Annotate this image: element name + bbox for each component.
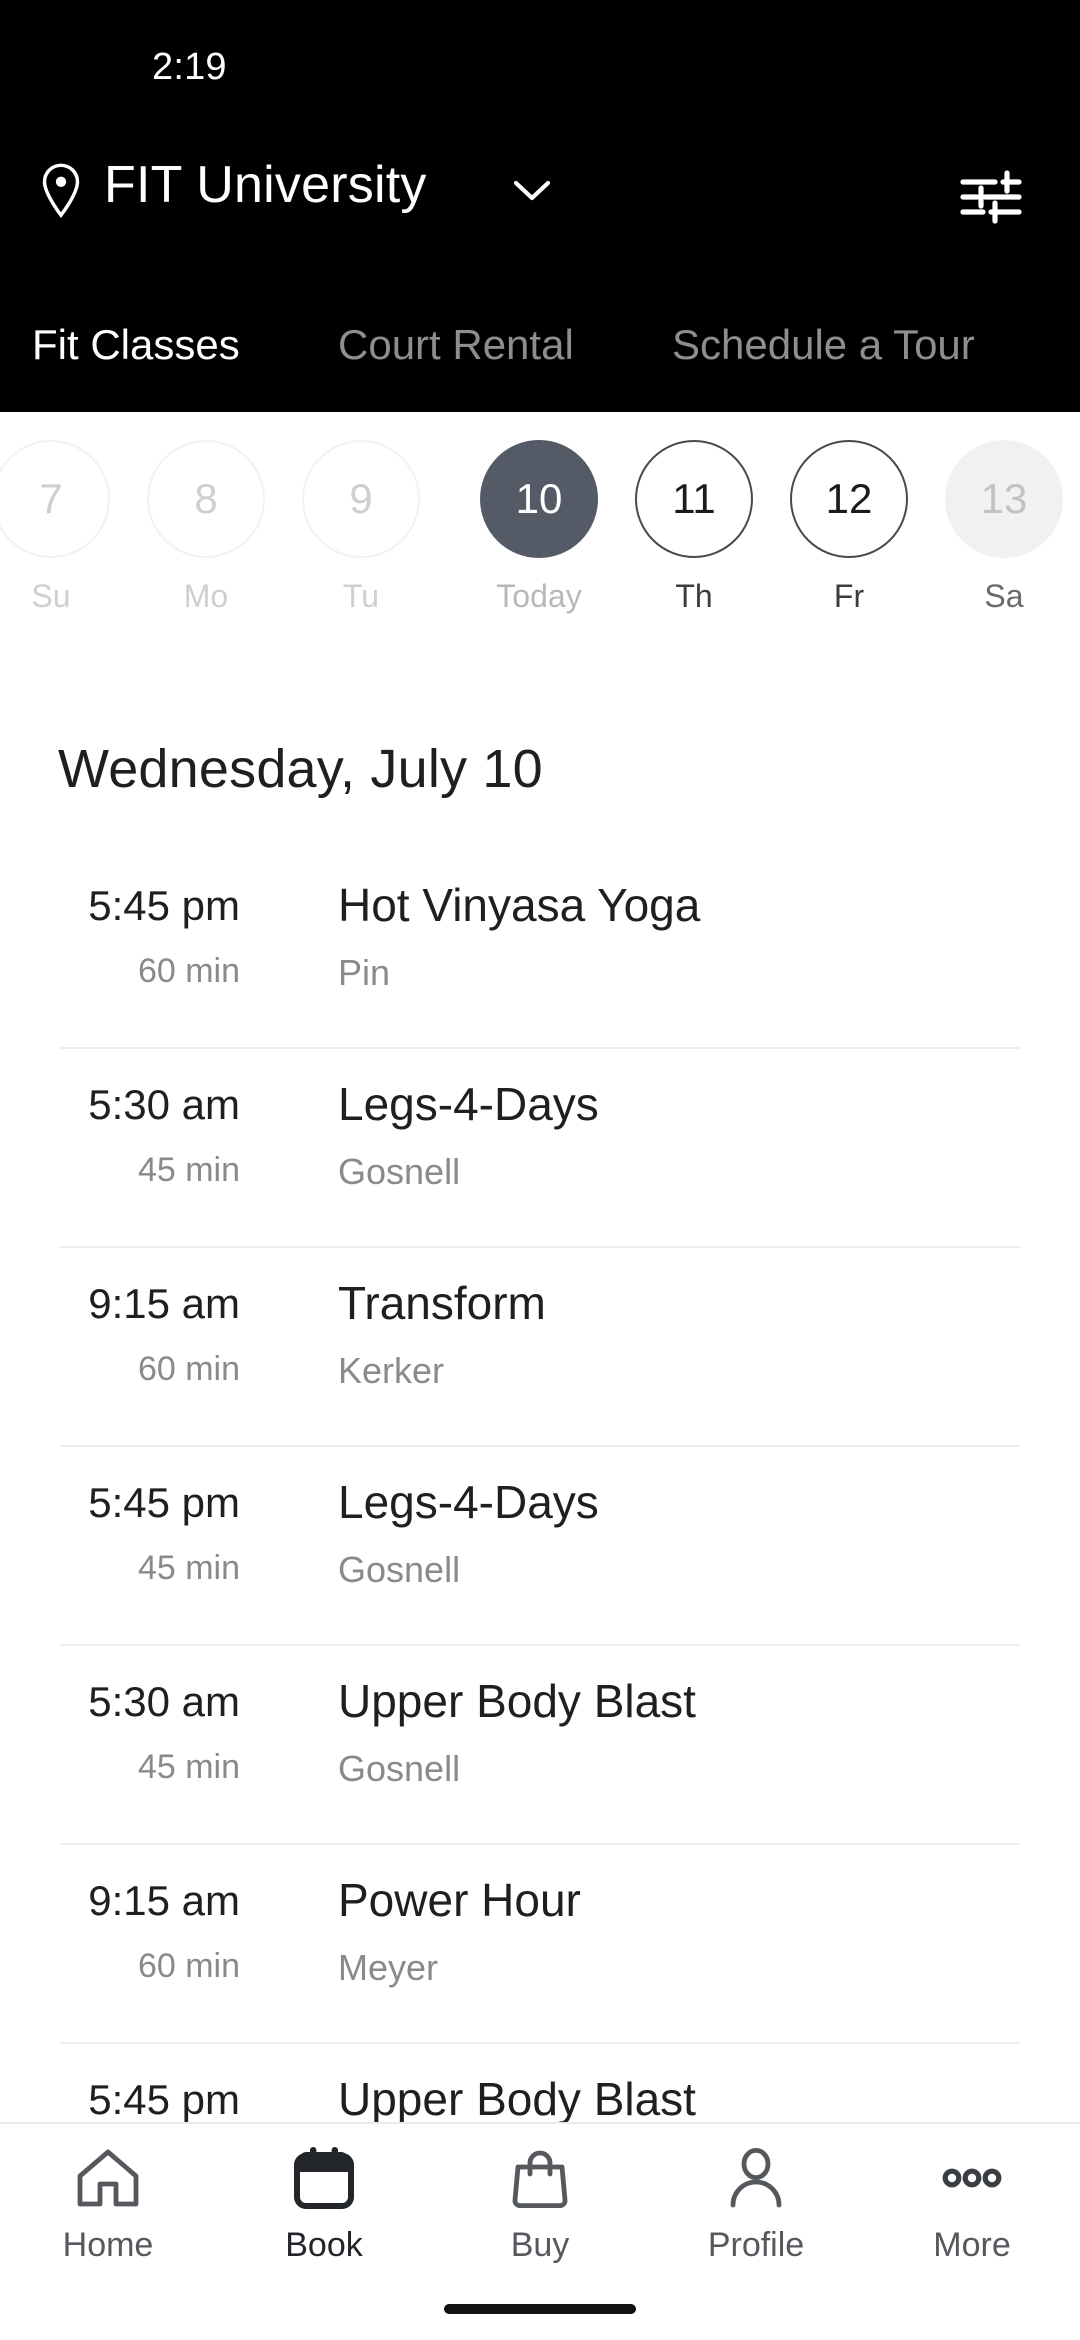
nav-item-home[interactable]: Home xyxy=(0,2142,216,2292)
class-time: 5:45 pm xyxy=(88,2076,240,2122)
location-selector[interactable]: FIT University xyxy=(0,140,1080,250)
class-title: Transform xyxy=(338,1277,546,1329)
class-duration: 45 min xyxy=(137,1151,240,1189)
date-number: 10 xyxy=(480,440,598,558)
class-list-item[interactable]: 5:45 pm 60 min Hot Vinyasa Yoga Pin xyxy=(0,850,1080,1049)
date-cell-13[interactable]: 13 Sa xyxy=(927,440,1080,650)
date-number: 11 xyxy=(635,440,753,558)
location-name: FIT University xyxy=(104,156,427,214)
app-screen: 2:19 FIT University Fit Classes Court Re… xyxy=(0,0,1080,2340)
nav-item-buy[interactable]: Buy xyxy=(432,2142,648,2292)
nav-label-home: Home xyxy=(62,2226,154,2264)
date-number: 12 xyxy=(790,440,908,558)
class-title: Power Hour xyxy=(338,1874,581,1926)
class-title: Legs-4-Days xyxy=(338,1078,599,1130)
header-region: 2:19 FIT University Fit Classes Court Re… xyxy=(0,0,1080,412)
class-title: Upper Body Blast xyxy=(338,1675,696,1727)
nav-label-more: More xyxy=(933,2226,1011,2264)
date-weekday: Su xyxy=(31,578,71,614)
nav-item-profile[interactable]: Profile xyxy=(648,2142,864,2292)
class-time: 5:30 am xyxy=(88,1678,240,1725)
date-cell-11[interactable]: 11 Th xyxy=(617,440,771,650)
class-time: 5:30 am xyxy=(88,1081,240,1128)
date-cell-12[interactable]: 12 Fr xyxy=(772,440,926,650)
ellipsis-icon xyxy=(936,2142,1008,2214)
date-weekday: Sa xyxy=(984,578,1024,614)
class-time: 9:15 am xyxy=(88,1280,240,1327)
bottom-navigation-bar: Home Book Buy Profile More xyxy=(0,2122,1080,2340)
class-title: Legs-4-Days xyxy=(338,1476,599,1528)
home-icon xyxy=(72,2142,144,2214)
class-duration: 45 min xyxy=(137,1748,240,1786)
class-list-item[interactable]: 5:30 am 45 min Legs-4-Days Gosnell xyxy=(0,1049,1080,1248)
class-list-item[interactable]: 9:15 am 60 min Power Hour Meyer xyxy=(0,1845,1080,2044)
tab-bar: Fit Classes Court Rental Schedule a Tour xyxy=(0,300,1080,412)
calendar-icon xyxy=(288,2142,360,2214)
class-duration: 60 min xyxy=(137,1947,240,1985)
class-instructor: Kerker xyxy=(338,1350,445,1391)
date-weekday: Mo xyxy=(183,578,229,614)
class-duration: 60 min xyxy=(137,952,240,990)
class-title: Hot Vinyasa Yoga xyxy=(338,879,701,931)
class-duration: 45 min xyxy=(137,1549,240,1587)
class-schedule-list[interactable]: 5:45 pm 60 min Hot Vinyasa Yoga Pin 5:30… xyxy=(0,850,1080,2122)
status-bar-clock: 2:19 xyxy=(152,46,227,88)
date-number: 9 xyxy=(302,440,420,558)
tab-fit-classes[interactable]: Fit Classes xyxy=(32,300,240,390)
shopping-bag-icon xyxy=(504,2142,576,2214)
date-number: 7 xyxy=(0,440,110,558)
page-title: Wednesday, July 10 xyxy=(58,739,543,799)
tab-schedule-a-tour[interactable]: Schedule a Tour xyxy=(672,300,975,390)
class-instructor: Gosnell xyxy=(338,1748,461,1789)
date-number: 13 xyxy=(945,440,1063,558)
class-time: 9:15 am xyxy=(88,1877,240,1924)
chevron-down-icon[interactable] xyxy=(512,178,552,204)
date-strip[interactable]: 7 Su 8 Mo 9 Tu 10 Today 11 Th 12 Fr 13 S… xyxy=(0,412,1080,654)
tab-court-rental[interactable]: Court Rental xyxy=(338,300,574,390)
map-pin-icon xyxy=(38,162,84,220)
date-weekday: Fr xyxy=(833,578,865,614)
nav-item-more[interactable]: More xyxy=(864,2142,1080,2292)
person-icon xyxy=(720,2142,792,2214)
date-cell-10-today[interactable]: 10 Today xyxy=(462,440,616,650)
class-time: 5:45 pm xyxy=(88,1479,240,1526)
class-list-item[interactable]: 5:45 pm 45 min Legs-4-Days Gosnell xyxy=(0,1447,1080,1646)
class-instructor: Pin xyxy=(338,952,391,993)
filter-sliders-icon[interactable] xyxy=(952,158,1030,236)
class-title: Upper Body Blast xyxy=(338,2073,696,2122)
class-duration: 60 min xyxy=(137,1350,240,1388)
date-number: 8 xyxy=(147,440,265,558)
class-list-item[interactable]: 9:15 am 60 min Transform Kerker xyxy=(0,1248,1080,1447)
home-indicator xyxy=(444,2304,636,2314)
class-list-item[interactable]: 5:30 am 45 min Upper Body Blast Gosnell xyxy=(0,1646,1080,1845)
nav-label-profile: Profile xyxy=(707,2226,805,2264)
date-cell-8[interactable]: 8 Mo xyxy=(129,440,283,650)
class-instructor: Meyer xyxy=(338,1947,439,1988)
nav-label-buy: Buy xyxy=(510,2226,570,2264)
class-list-item[interactable]: 5:45 pm Upper Body Blast xyxy=(0,2044,1080,2122)
date-weekday: Today xyxy=(496,578,582,614)
date-cell-7[interactable]: 7 Su xyxy=(0,440,128,650)
class-instructor: Gosnell xyxy=(338,1151,461,1192)
nav-item-book[interactable]: Book xyxy=(216,2142,432,2292)
class-instructor: Gosnell xyxy=(338,1549,461,1590)
class-time: 5:45 pm xyxy=(88,882,240,929)
date-weekday: Th xyxy=(675,578,713,614)
date-weekday: Tu xyxy=(342,578,380,614)
date-cell-9[interactable]: 9 Tu xyxy=(284,440,438,650)
status-bar: 2:19 xyxy=(0,0,1080,110)
nav-label-book: Book xyxy=(285,2226,363,2264)
